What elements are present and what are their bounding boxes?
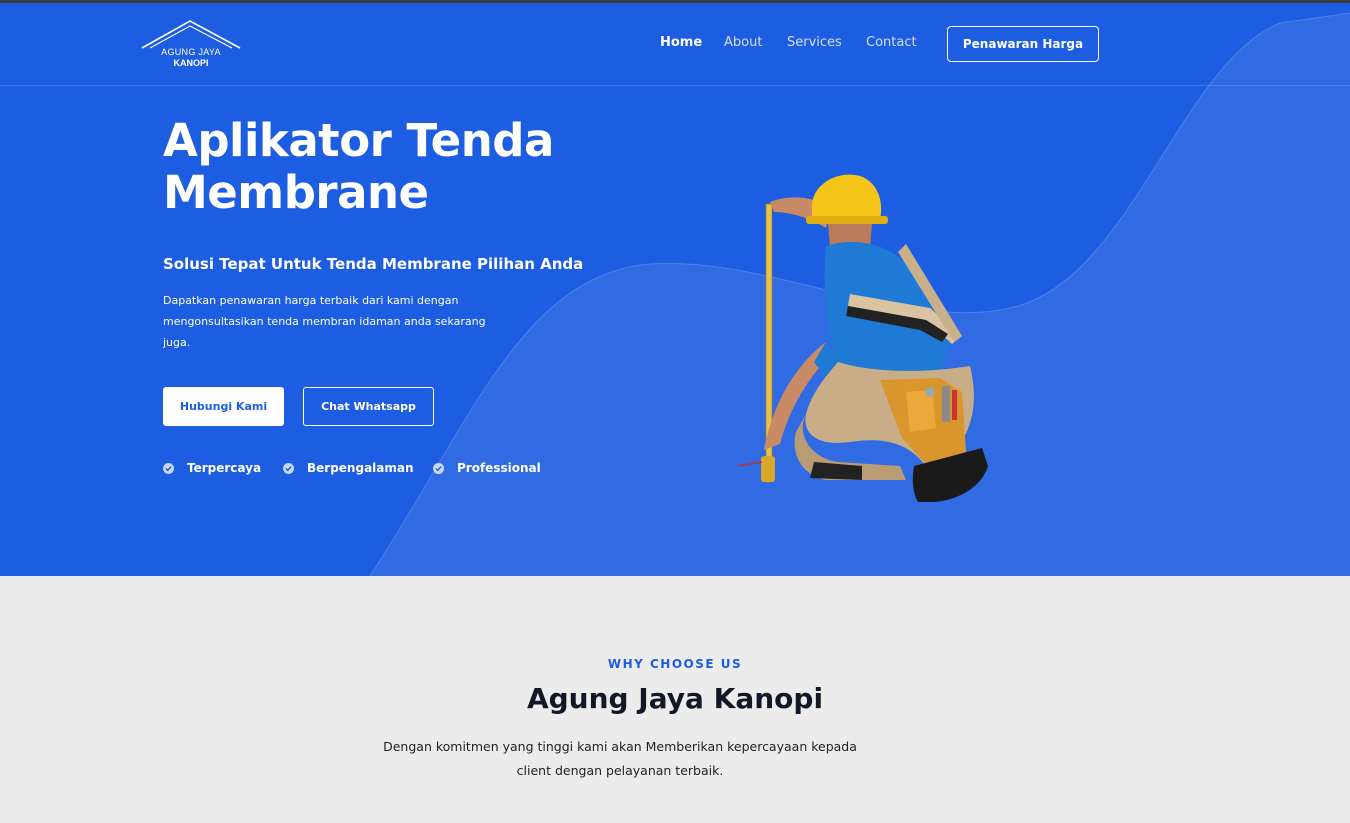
why-choose-us-section: WHY CHOOSE US Agung Jaya Kanopi Dengan k… <box>0 576 1350 823</box>
section-description: Dengan komitmen yang tinggi kami akan Me… <box>383 739 857 778</box>
hero-title-line1: Aplikator Tenda <box>163 114 554 167</box>
hero-title: Aplikator Tenda Membrane <box>163 115 623 219</box>
feature-label: Berpengalaman <box>307 461 414 475</box>
check-circle-icon <box>433 462 444 474</box>
hubungi-kami-button[interactable]: Hubungi Kami <box>163 387 284 426</box>
nav-contact-link[interactable]: Contact <box>866 35 917 50</box>
feature-item: Berpengalaman <box>283 461 414 475</box>
hero-title-line2: Membrane <box>163 166 429 219</box>
roof-icon <box>141 20 241 49</box>
hero-description: Dapatkan penawaran harga terbaik dari ka… <box>163 294 486 349</box>
feature-item: Professional <box>433 461 541 475</box>
nav-about-link[interactable]: About <box>724 35 762 50</box>
feature-label: Terpercaya <box>187 461 262 475</box>
navbar: AGUNG JAYA KANOPI Home About Services Co… <box>0 3 1350 86</box>
check-circle-icon <box>163 462 174 474</box>
hero-section: AGUNG JAYA KANOPI Home About Services Co… <box>0 3 1350 576</box>
chat-whatsapp-button[interactable]: Chat Whatsapp <box>303 387 434 426</box>
nav-services-link[interactable]: Services <box>787 35 842 50</box>
brand-name-line2: KANOPI <box>173 58 209 68</box>
feature-label: Professional <box>457 461 541 475</box>
hero-subtitle: Solusi Tepat Untuk Tenda Membrane Piliha… <box>163 255 584 273</box>
check-circle-icon <box>283 462 294 474</box>
brand-name-line1: AGUNG JAYA <box>161 47 221 57</box>
section-eyebrow: WHY CHOOSE US <box>607 657 743 671</box>
worker-measuring-illustration <box>737 174 988 502</box>
penawaran-harga-button[interactable]: Penawaran Harga <box>947 26 1099 62</box>
nav-home-link[interactable]: Home <box>660 35 702 50</box>
section-title: Agung Jaya Kanopi <box>526 682 824 715</box>
feature-item: Terpercaya <box>163 461 261 475</box>
brand-logo[interactable]: AGUNG JAYA KANOPI <box>140 19 242 75</box>
